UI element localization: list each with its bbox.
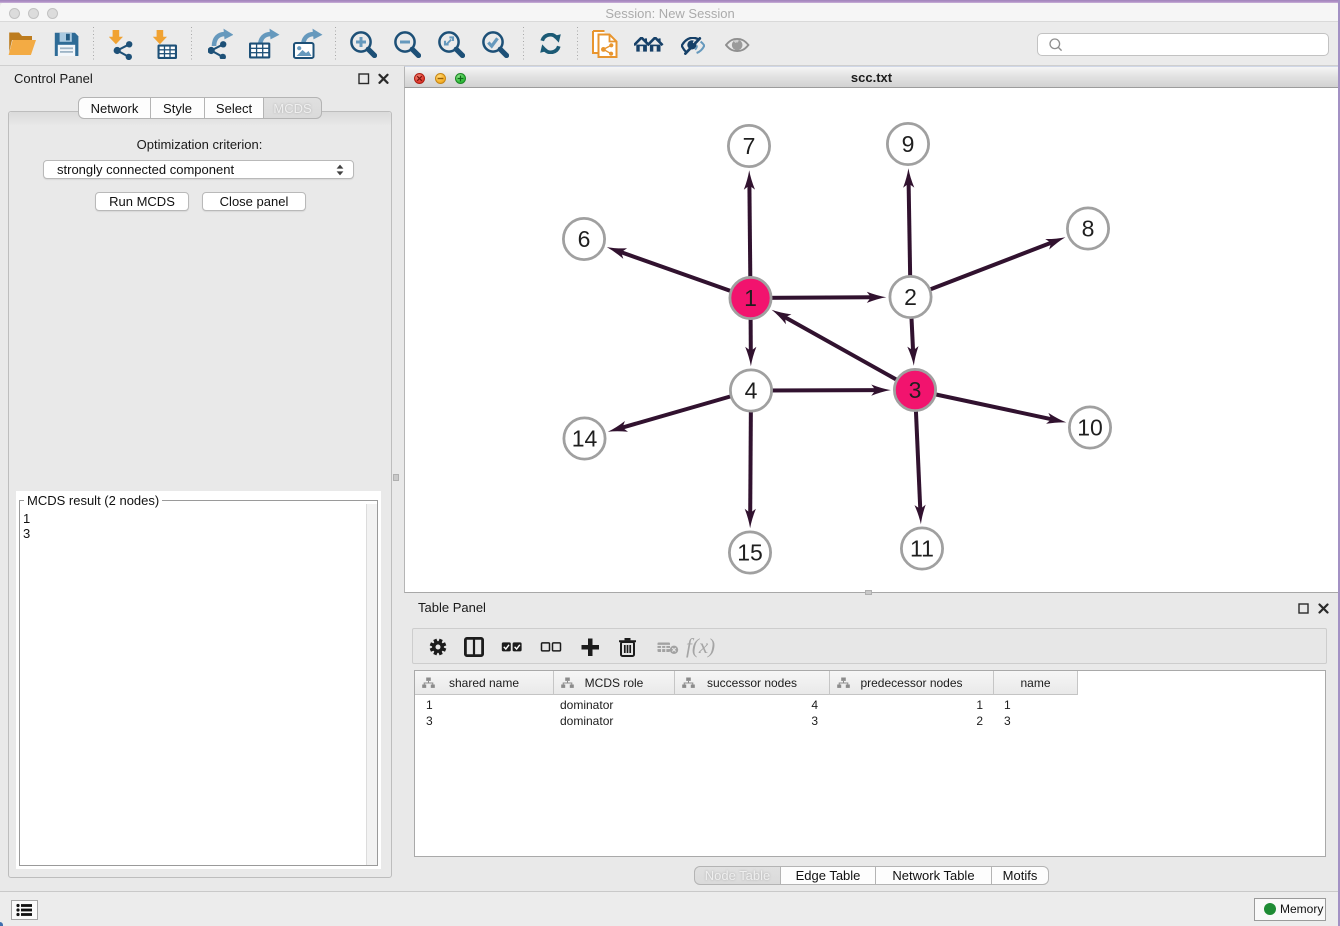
svg-text:4: 4 (745, 378, 758, 404)
svg-text:14: 14 (572, 426, 598, 452)
svg-text:f(x): f(x) (686, 635, 715, 658)
svg-text:11: 11 (910, 536, 934, 562)
svg-text:7: 7 (743, 133, 756, 159)
svg-text:8: 8 (1082, 216, 1095, 242)
svg-text:3: 3 (909, 377, 922, 403)
svg-text:6: 6 (578, 226, 591, 252)
svg-text:9: 9 (902, 131, 915, 157)
svg-text:2: 2 (904, 284, 917, 310)
svg-text:10: 10 (1077, 415, 1103, 441)
svg-text:15: 15 (737, 540, 763, 566)
svg-text:1: 1 (744, 285, 757, 311)
